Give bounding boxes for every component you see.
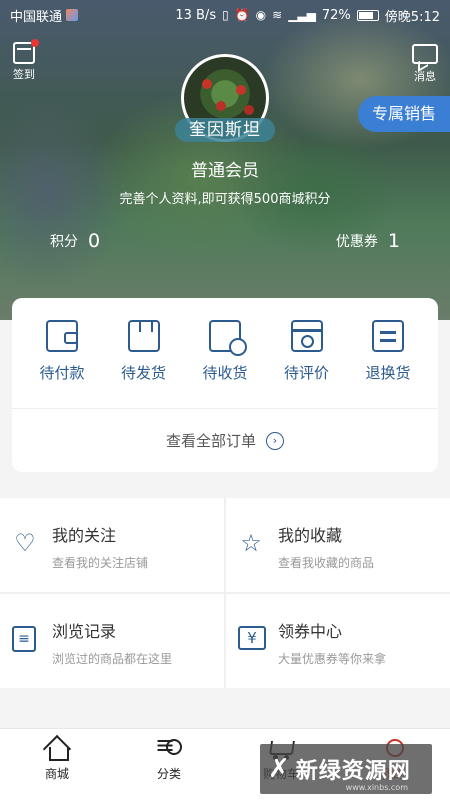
watermark-text: 新绿资源网 (295, 759, 411, 784)
star-icon: ☆ (240, 529, 262, 557)
feature-subtitle: 查看我收藏的商品 (278, 556, 375, 570)
coupon-icon: ¥ (238, 626, 266, 650)
username: 奎因斯坦 (175, 118, 275, 142)
order-pending-receipt[interactable]: 待收货 (185, 320, 265, 383)
orders-card: 待付款 待发货 待收货 待评价 退换货 查看全部订单 › (12, 298, 438, 472)
coupons-value: 1 (387, 230, 400, 252)
divider (12, 408, 438, 409)
feature-subtitle: 浏览过的商品都在这里 (52, 652, 173, 666)
order-label: 待评价 (283, 364, 329, 382)
tab-label: 分类 (156, 767, 181, 781)
category-icon (155, 731, 183, 761)
watermark-url: www.xinbs.com (345, 783, 408, 792)
message-label: 消息 (414, 70, 436, 83)
feature-subtitle: 大量优惠券等你来拿 (278, 652, 387, 666)
my-favorites[interactable]: ☆ 我的收藏 查看我收藏的商品 (226, 498, 450, 592)
order-pending-shipment[interactable]: 待发货 (104, 320, 184, 383)
review-icon (290, 320, 323, 352)
heart-icon: ♡ (14, 529, 36, 557)
divider (0, 592, 450, 594)
order-pending-review[interactable]: 待评价 (267, 320, 347, 383)
tab-category[interactable]: 分类 (134, 731, 204, 782)
order-returns[interactable]: 退换货 (348, 320, 428, 383)
signal-icon: ▁▃▅ (288, 8, 316, 22)
coupons-stat[interactable]: 优惠券 1 (336, 230, 400, 252)
points-label: 积分 (50, 234, 78, 250)
profile-header: 中国联通 13 B/s ▯ ⏰ ◉ ≋ ▁▃▅ 72% 傍晚5:12 签到 消息… (0, 0, 450, 320)
exclusive-sales-button[interactable]: 专属销售 (358, 96, 450, 132)
member-level: 普通会员 (191, 161, 259, 181)
profile-tip[interactable]: 完善个人资料,即可获得500商城积分 (0, 188, 450, 207)
delivery-icon (209, 320, 247, 356)
exchange-icon (372, 320, 404, 352)
feature-title: 浏览记录 (52, 622, 117, 641)
bottom-tabbar: 商城 分类 购物车 我的 ✗ 新绿资源网 www.xinbs.com (0, 728, 450, 800)
feature-title: 我的关注 (52, 526, 117, 545)
home-icon (43, 737, 71, 761)
order-pending-payment[interactable]: 待付款 (22, 320, 102, 383)
points-value: 0 (88, 230, 101, 252)
network-speed: 13 B/s (175, 7, 217, 23)
order-label: 待付款 (39, 364, 85, 382)
battery-percent: 72% (321, 7, 351, 23)
message-icon (412, 44, 438, 64)
watermark: ✗ 新绿资源网 www.xinbs.com (260, 744, 432, 794)
message-button[interactable]: 消息 (408, 42, 442, 84)
wallet-icon (46, 320, 78, 352)
feature-title: 领券中心 (278, 622, 343, 641)
my-follows[interactable]: ♡ 我的关注 查看我的关注店铺 (0, 498, 224, 592)
browse-history[interactable]: ≡ 浏览记录 浏览过的商品都在这里 (0, 594, 224, 688)
notification-dot (31, 39, 39, 47)
feature-title: 我的收藏 (278, 526, 343, 545)
watermark-logo-icon: ✗ (268, 754, 290, 784)
signin-button[interactable]: 签到 (8, 39, 40, 82)
wifi-icon: ≋ (272, 8, 283, 22)
tab-label: 商城 (44, 767, 69, 781)
app-notification-icon (66, 9, 79, 21)
coupon-center[interactable]: ¥ 领券中心 大量优惠券等你来拿 (226, 594, 450, 688)
box-icon (127, 320, 160, 352)
alarm-icon: ⏰ (234, 8, 250, 22)
vibrate-icon: ▯ (222, 8, 229, 22)
signin-label: 签到 (13, 68, 35, 81)
feature-subtitle: 查看我的关注店铺 (52, 556, 149, 570)
history-icon: ≡ (12, 626, 36, 652)
feature-grid: ♡ 我的关注 查看我的关注店铺 ☆ 我的收藏 查看我收藏的商品 ≡ 浏览记录 浏… (0, 498, 450, 688)
carrier-text: 中国联通 (10, 9, 63, 25)
status-bar: 中国联通 13 B/s ▯ ⏰ ◉ ≋ ▁▃▅ 72% 傍晚5:12 (0, 0, 450, 30)
view-all-label: 查看全部订单 (165, 432, 256, 450)
eye-icon: ◉ (255, 8, 267, 22)
clock: 傍晚5:12 (384, 9, 440, 25)
view-all-orders-link[interactable]: 查看全部订单 › (12, 430, 438, 451)
battery-icon (356, 9, 379, 21)
order-label: 退换货 (365, 364, 411, 382)
tab-mall[interactable]: 商城 (22, 737, 92, 782)
coupons-label: 优惠券 (335, 234, 378, 250)
order-label: 待收货 (202, 364, 248, 382)
points-stat[interactable]: 积分 0 (50, 230, 100, 252)
calendar-check-icon (13, 39, 39, 64)
chevron-right-icon: › (266, 431, 284, 450)
order-label: 待发货 (120, 364, 166, 382)
